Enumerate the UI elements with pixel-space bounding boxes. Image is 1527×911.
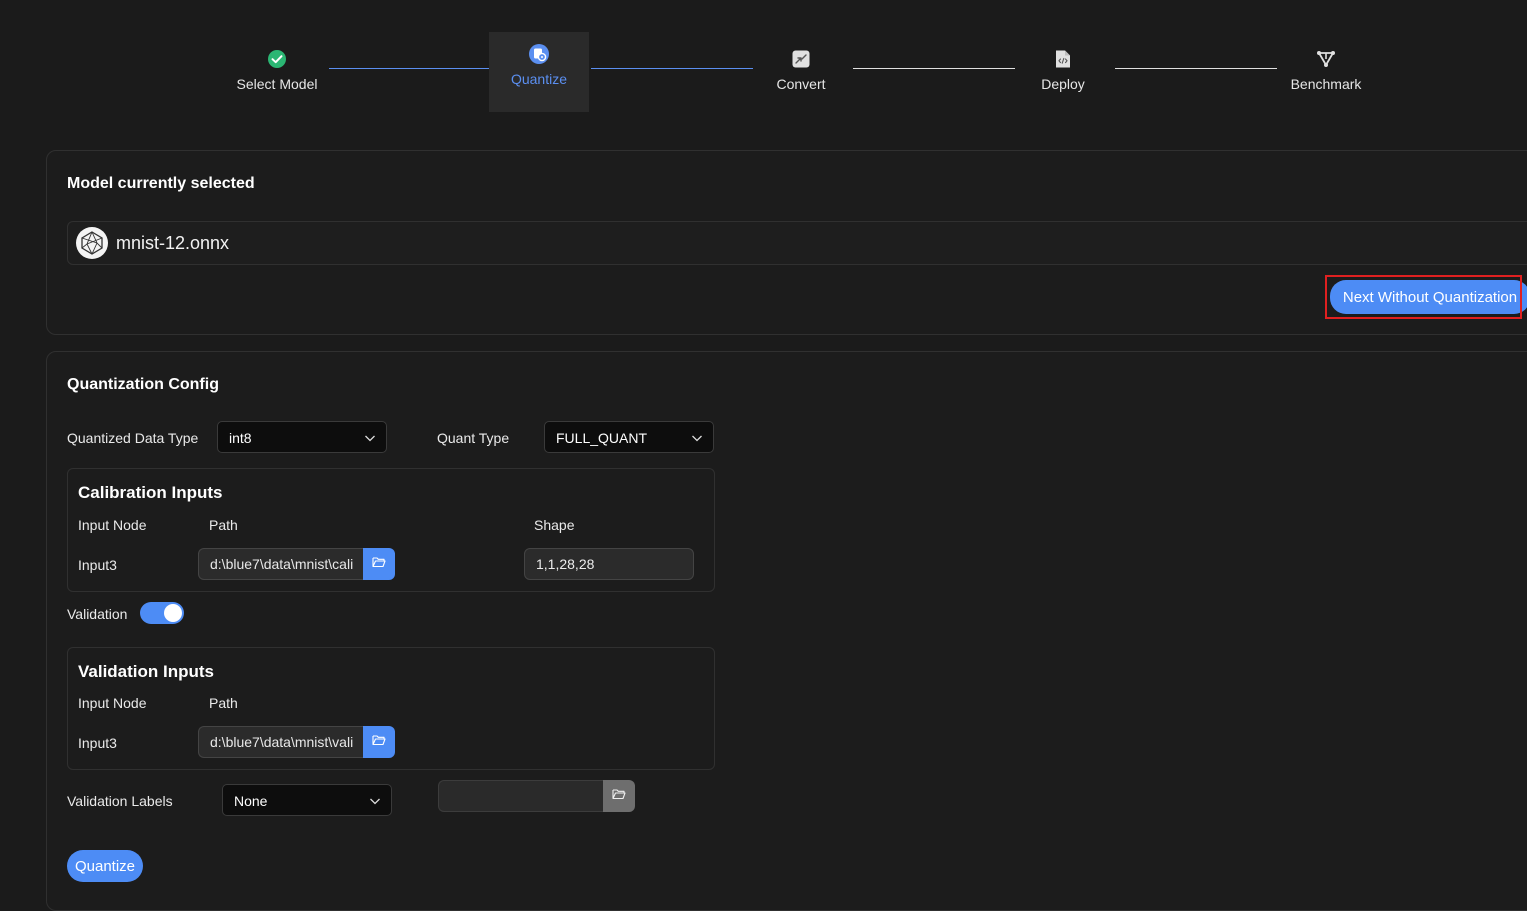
folder-open-icon: [612, 787, 626, 805]
validation-inputs-panel: Validation Inputs Input Node Path Input3…: [67, 647, 715, 770]
folder-open-icon: [372, 733, 386, 751]
labels-path-input[interactable]: [438, 780, 603, 812]
quantize-icon: [528, 43, 550, 65]
validation-title: Validation Inputs: [78, 662, 215, 681]
validation-browse-button[interactable]: [363, 726, 395, 758]
path-header: Path: [209, 517, 238, 533]
labels-browse-button[interactable]: [603, 780, 635, 812]
calibration-title: Calibration Inputs: [78, 483, 223, 502]
next-without-quantization-button[interactable]: Next Without Quantization: [1330, 280, 1527, 314]
input-node-name: Input3: [78, 557, 117, 573]
selected-model-row: mnist-12.onnx: [67, 221, 1527, 265]
step-quantize[interactable]: Quantize: [489, 32, 589, 112]
shape-header: Shape: [534, 517, 575, 533]
model-name: mnist-12.onnx: [116, 233, 230, 253]
deploy-icon: [1054, 48, 1072, 70]
card-title: Model currently selected: [67, 175, 255, 192]
calibration-browse-button[interactable]: [363, 548, 395, 580]
step-label: Select Model: [236, 76, 318, 92]
quant-type-label: Quant Type: [437, 430, 510, 446]
input-node-name: Input3: [78, 735, 117, 751]
step-benchmark[interactable]: Benchmark: [1276, 32, 1376, 112]
quant-type-select[interactable]: FULL_QUANT: [544, 421, 714, 453]
calibration-inputs-panel: Calibration Inputs Input Node Path Shape…: [67, 468, 715, 592]
step-label: Convert: [776, 76, 826, 92]
data-type-label: Quantized Data Type: [67, 430, 199, 446]
step-convert[interactable]: Convert: [751, 32, 851, 112]
chevron-down-icon: [364, 431, 376, 447]
input-node-header: Input Node: [78, 695, 147, 711]
calibration-path-input[interactable]: d:\blue7\data\mnist\cali: [198, 548, 363, 580]
step-deploy[interactable]: Deploy: [1013, 32, 1113, 112]
step-label: Quantize: [510, 71, 568, 87]
folder-open-icon: [372, 555, 386, 573]
convert-icon: [791, 48, 811, 70]
validation-toggle-label: Validation: [67, 606, 128, 622]
validation-labels-select[interactable]: None: [222, 784, 392, 816]
step-label: Benchmark: [1290, 76, 1362, 92]
validation-toggle[interactable]: [140, 602, 184, 624]
validation-labels-label: Validation Labels: [67, 793, 173, 809]
step-label: Deploy: [1041, 76, 1085, 92]
shape-input[interactable]: 1,1,28,28: [524, 548, 694, 580]
step-select-model[interactable]: Select Model: [227, 32, 327, 112]
data-type-select[interactable]: int8: [217, 421, 387, 453]
step-connector: [329, 68, 491, 69]
path-header: Path: [209, 695, 238, 711]
input-node-header: Input Node: [78, 517, 147, 533]
onnx-logo-icon: [76, 227, 108, 259]
benchmark-icon: [1316, 48, 1336, 70]
chevron-down-icon: [691, 431, 703, 447]
progress-stepper: Select Model Quantize Convert Deploy Ben…: [0, 0, 1527, 120]
chevron-down-icon: [369, 794, 381, 810]
card-title: Quantization Config: [67, 376, 219, 393]
step-connector: [1115, 68, 1277, 69]
validation-path-input[interactable]: d:\blue7\data\mnist\vali: [198, 726, 363, 758]
step-connector: [853, 68, 1015, 69]
quantize-button[interactable]: Quantize: [67, 850, 143, 882]
check-circle-icon: [267, 48, 287, 70]
quantization-config-card: Quantization Config Quantized Data Type …: [46, 351, 1527, 911]
toggle-knob: [164, 604, 182, 622]
model-selected-card: Model currently selected mnist-12.onnx N…: [46, 150, 1527, 335]
step-connector: [591, 68, 753, 69]
